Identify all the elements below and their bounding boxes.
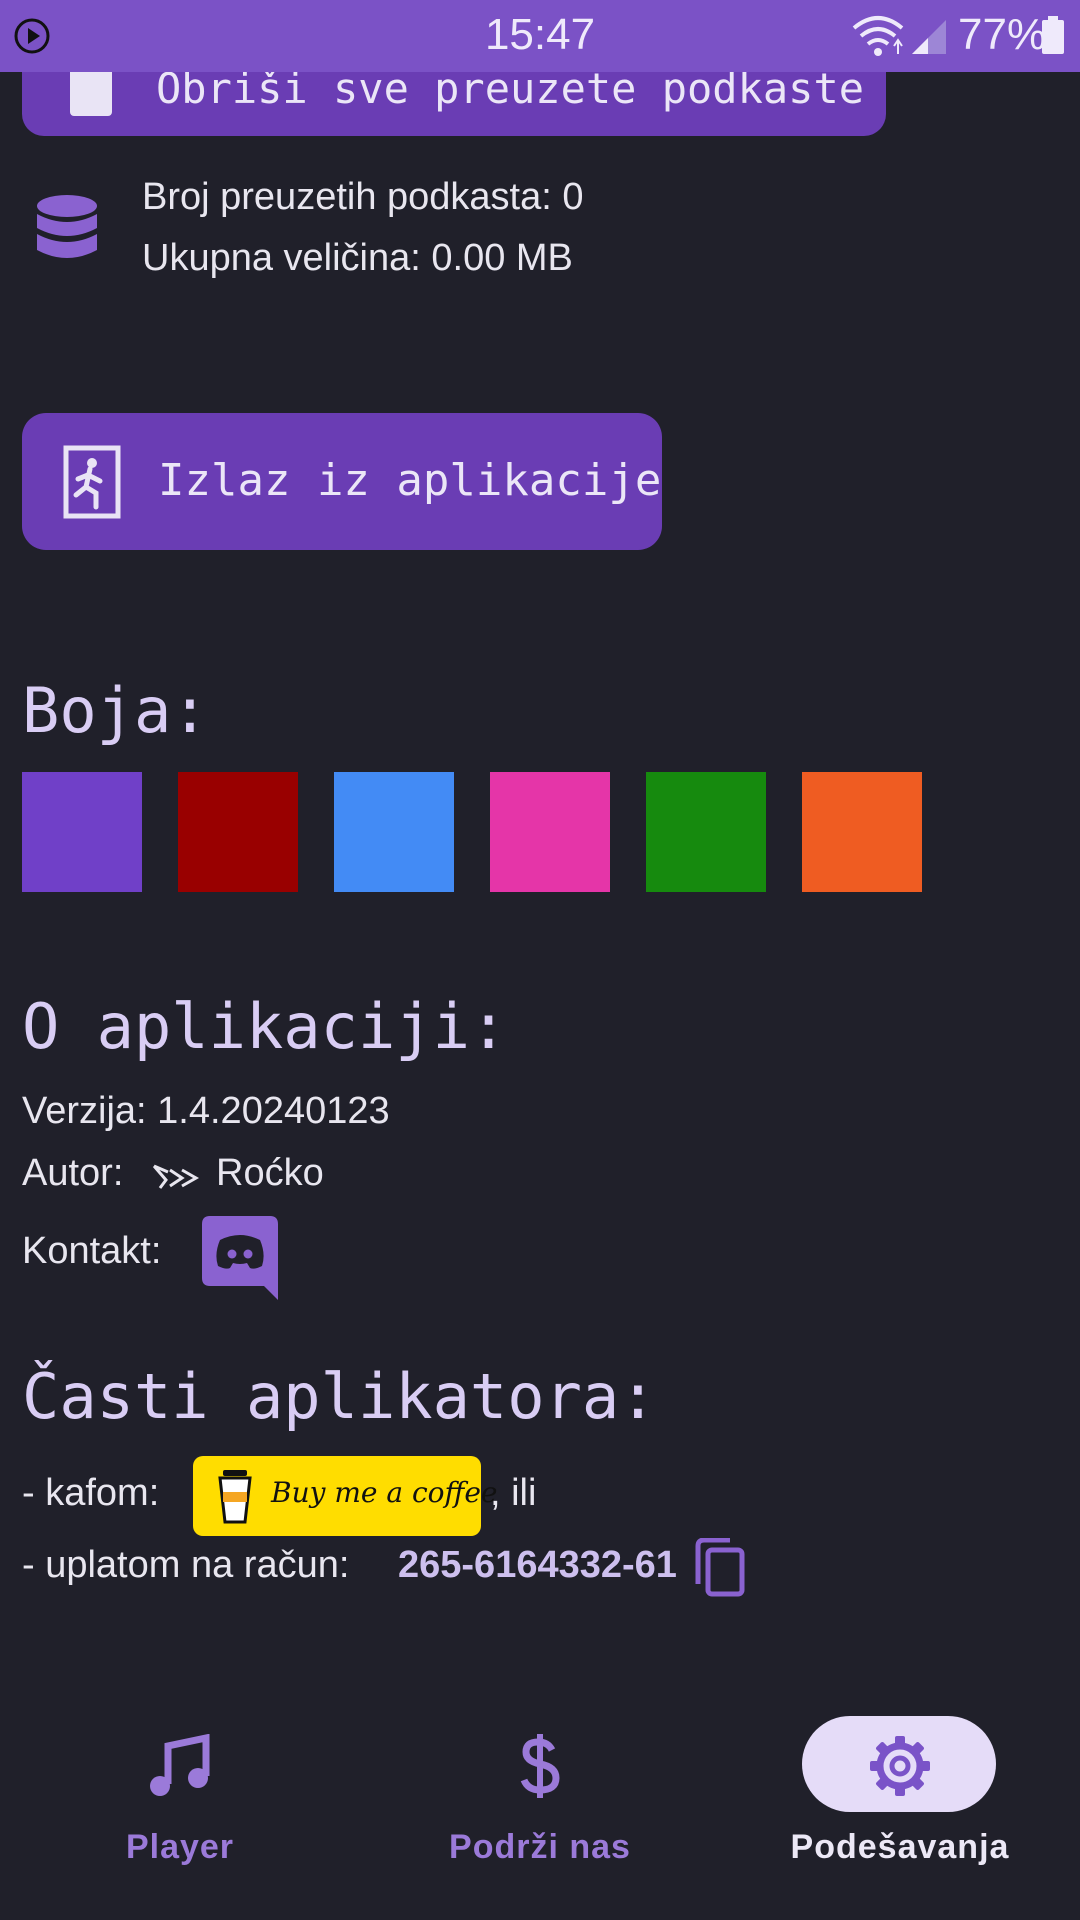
author-label: Autor: [22,1152,124,1194]
nav-settings[interactable]: Podešavanja [720,1716,1080,1876]
wifi-icon [852,16,904,56]
coffee-prefix: - kafom: [22,1472,160,1514]
author-logo-icon [152,1164,200,1189]
nav-player-label: Player [125,1828,235,1866]
battery-icon [1042,16,1064,54]
database-icon [37,195,97,258]
account-number: 265-6164332-61 [398,1544,677,1586]
support-heading: Časti aplikatora: [22,1360,657,1433]
color-swatch-green[interactable] [646,772,766,892]
nav-player[interactable]: Player [0,1716,360,1876]
exit-app-label: Izlaz iz aplikacije [158,455,662,506]
exit-app-button[interactable]: Izlaz iz aplikacije [22,413,662,550]
status-bar: 15:47 77% [0,0,1080,72]
app-version: Verzija: 1.4.20240123 [22,1090,390,1132]
signal-icon [912,20,946,54]
exit-door-icon [63,445,121,519]
color-swatch-red[interactable] [178,772,298,892]
color-swatch-purple[interactable] [22,772,142,892]
coffee-cup-icon [218,1470,252,1524]
nav-support-label: Podrži nas [449,1828,631,1866]
dollar-icon [520,1734,560,1798]
nav-settings-label: Podešavanja [790,1828,1010,1866]
gear-icon [870,1736,930,1796]
copy-icon[interactable] [694,1538,746,1598]
account-prefix: - uplatom na račun: [22,1544,350,1586]
nav-support[interactable]: Podrži nas [360,1716,720,1876]
total-size: Ukupna veličina: 0.00 MB [142,237,573,279]
author-name: Roćko [216,1152,324,1194]
battery-percent: 77% [958,10,1047,59]
color-swatch-orange[interactable] [802,772,922,892]
color-swatch-pink[interactable] [490,772,610,892]
coffee-suffix: , ili [490,1472,537,1514]
music-note-icon [150,1734,210,1796]
buy-me-a-coffee-button[interactable]: Buy me a coffee [193,1456,497,1536]
buy-me-a-coffee-label: Buy me a coffee [271,1476,498,1509]
downloaded-count: Broj preuzetih podkasta: 0 [142,176,584,218]
color-swatch-blue[interactable] [334,772,454,892]
about-heading: O aplikaciji: [22,990,508,1063]
color-heading: Boja: [22,674,209,747]
contact-label: Kontakt: [22,1230,162,1272]
discord-icon[interactable] [202,1216,278,1300]
